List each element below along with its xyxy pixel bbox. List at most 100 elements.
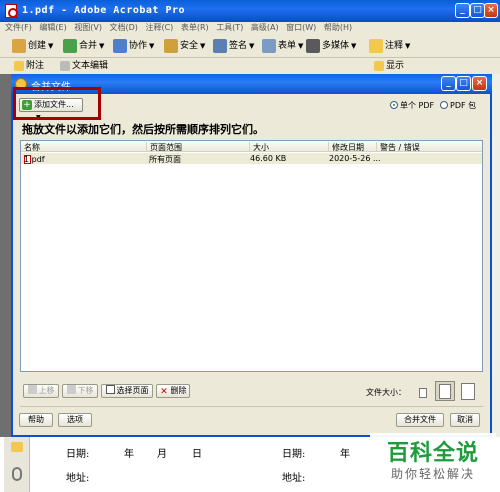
menubar: 文件(F) 编辑(E) 视图(V) 文档(D) 注释(C) 表单(R) 工具(T… <box>0 22 500 34</box>
create-button[interactable]: 创建 ▼ <box>12 38 53 54</box>
file-list[interactable]: 名称 页面范围 大小 修改日期 警告 / 错误 1.pdf 所有页面 46.60… <box>20 140 483 372</box>
delete-label: 删除 <box>170 386 187 395</box>
menu-window[interactable]: 窗口(W) <box>286 22 316 34</box>
col-name[interactable]: 名称 <box>21 142 40 152</box>
doc-year: 年 <box>124 449 134 460</box>
doc-date-label-2: 日期: <box>282 449 306 460</box>
multimedia-button[interactable]: 多媒体 ▼ <box>306 38 356 54</box>
show-label: 显示 <box>386 61 405 71</box>
text-edit-label: 文本编辑 <box>72 61 109 71</box>
collaborate-icon <box>113 38 127 53</box>
form-icon <box>262 38 276 53</box>
menu-tools[interactable]: 工具(T) <box>216 22 243 34</box>
delete-x-icon: ✕ <box>160 387 168 397</box>
menu-file[interactable]: 文件(F) <box>5 22 32 34</box>
navigation-rail <box>0 74 11 492</box>
small-page-icon <box>419 388 427 398</box>
row-range: 所有页面 <box>149 155 181 164</box>
large-page-icon <box>461 383 475 400</box>
side-panel-strip <box>4 437 30 492</box>
menu-forms[interactable]: 表单(R) <box>181 22 209 34</box>
dialog-close-button[interactable]: × <box>472 76 487 91</box>
collaborate-label: 协作 <box>129 41 148 51</box>
multimedia-label: 多媒体 <box>322 41 350 51</box>
medium-page-icon <box>439 384 451 399</box>
move-up-button[interactable]: 上移 <box>23 384 59 398</box>
note-icon <box>14 60 24 71</box>
combine-files-button[interactable]: 合并文件 <box>396 413 444 427</box>
attachment-icon[interactable] <box>12 467 22 481</box>
col-size[interactable]: 大小 <box>249 142 269 152</box>
pen-icon <box>213 38 227 53</box>
show-button[interactable]: 显示 <box>374 58 404 74</box>
security-button[interactable]: 安全 ▼ <box>164 38 205 54</box>
row-size: 46.60 KB <box>250 154 287 163</box>
app-titlebar: 1.pdf - Adobe Acrobat Pro _ □ × <box>0 0 500 22</box>
file-size-label: 文件大小： <box>366 388 406 397</box>
options-label: 选项 <box>67 415 83 424</box>
text-edit-icon <box>60 60 70 71</box>
comments-panel-icon[interactable] <box>11 442 23 452</box>
watermark-subtitle: 助你轻松解决 <box>390 467 475 481</box>
help-button[interactable]: 帮助 <box>19 413 53 427</box>
menu-view[interactable]: 视图(V) <box>74 22 102 34</box>
file-size-default-option[interactable] <box>435 381 455 401</box>
cancel-label: 取消 <box>457 415 473 424</box>
arrow-up-icon <box>27 385 37 394</box>
doc-address-label: 地址: <box>66 473 90 484</box>
file-size-large-option[interactable] <box>457 381 479 401</box>
create-label: 创建 <box>28 41 47 51</box>
col-page-range[interactable]: 页面范围 <box>146 142 182 152</box>
table-row[interactable]: 1.pdf 所有页面 46.60 KB 2020-5-26 ... <box>21 153 482 164</box>
dialog-maximize-button[interactable]: □ <box>456 76 471 91</box>
highlight-annotation <box>13 87 101 120</box>
acrobat-pdf-icon <box>5 4 18 18</box>
collaborate-button[interactable]: 协作 ▼ <box>113 38 154 54</box>
close-button[interactable]: × <box>484 3 498 18</box>
menu-document[interactable]: 文档(D) <box>110 22 138 34</box>
maximize-button[interactable]: □ <box>470 3 485 18</box>
radio-single-pdf[interactable]: 单个 PDF <box>390 100 434 111</box>
col-modified[interactable]: 修改日期 <box>328 142 364 152</box>
row-name-text: 1.pdf <box>24 155 45 164</box>
app-title: 1.pdf - Adobe Acrobat Pro <box>22 5 186 16</box>
move-down-button[interactable]: 下移 <box>62 384 98 398</box>
forms-button[interactable]: 表单 ▼ <box>262 38 303 54</box>
menu-help[interactable]: 帮助(H) <box>324 22 352 34</box>
menu-edit[interactable]: 编辑(E) <box>39 22 66 34</box>
radio-pdf-package[interactable]: PDF 包 <box>440 100 476 111</box>
cancel-button[interactable]: 取消 <box>450 413 480 427</box>
radio-single-label: 单个 PDF <box>400 101 435 110</box>
list-header: 名称 页面范围 大小 修改日期 警告 / 错误 <box>21 141 482 152</box>
choose-pages-button[interactable]: 选择页面 <box>101 384 153 398</box>
minimize-button[interactable]: _ <box>455 3 470 18</box>
secondary-toolbar: 附注 文本编辑 显示 <box>0 58 500 74</box>
doc-year-2: 年 <box>340 449 350 460</box>
combine-button[interactable]: 合并 ▼ <box>63 38 104 54</box>
doc-month: 月 <box>157 449 167 460</box>
combine-label: 合并 <box>79 41 98 51</box>
watermark-title: 百科全说 <box>386 441 479 466</box>
sign-label: 签名 <box>229 41 248 51</box>
lock-icon <box>164 38 178 53</box>
move-up-label: 上移 <box>38 386 55 395</box>
menu-comments[interactable]: 注释(C) <box>145 22 173 34</box>
create-icon <box>12 38 26 53</box>
delete-button[interactable]: ✕ 删除 <box>156 384 190 398</box>
options-button[interactable]: 选项 <box>58 413 92 427</box>
sign-button[interactable]: 签名 ▼ <box>213 38 254 54</box>
note-button[interactable]: 附注 <box>14 58 44 74</box>
forms-label: 表单 <box>278 41 297 51</box>
note-label: 附注 <box>26 61 45 71</box>
instruction-text: 拖放文件以添加它们，然后按所需顺序排列它们。 <box>22 123 264 136</box>
radio-package-label: PDF 包 <box>450 101 477 110</box>
choose-pages-label: 选择页面 <box>116 386 149 395</box>
text-edit-button[interactable]: 文本编辑 <box>60 58 108 74</box>
file-size-small-option[interactable] <box>413 383 433 401</box>
comment-label: 注释 <box>385 41 404 51</box>
dialog-minimize-button[interactable]: _ <box>441 76 456 91</box>
col-warnings[interactable]: 警告 / 错误 <box>376 142 420 152</box>
show-icon <box>374 60 384 71</box>
menu-advanced[interactable]: 高级(A) <box>251 22 279 34</box>
comment-button[interactable]: 注释 ▼ <box>369 38 410 54</box>
